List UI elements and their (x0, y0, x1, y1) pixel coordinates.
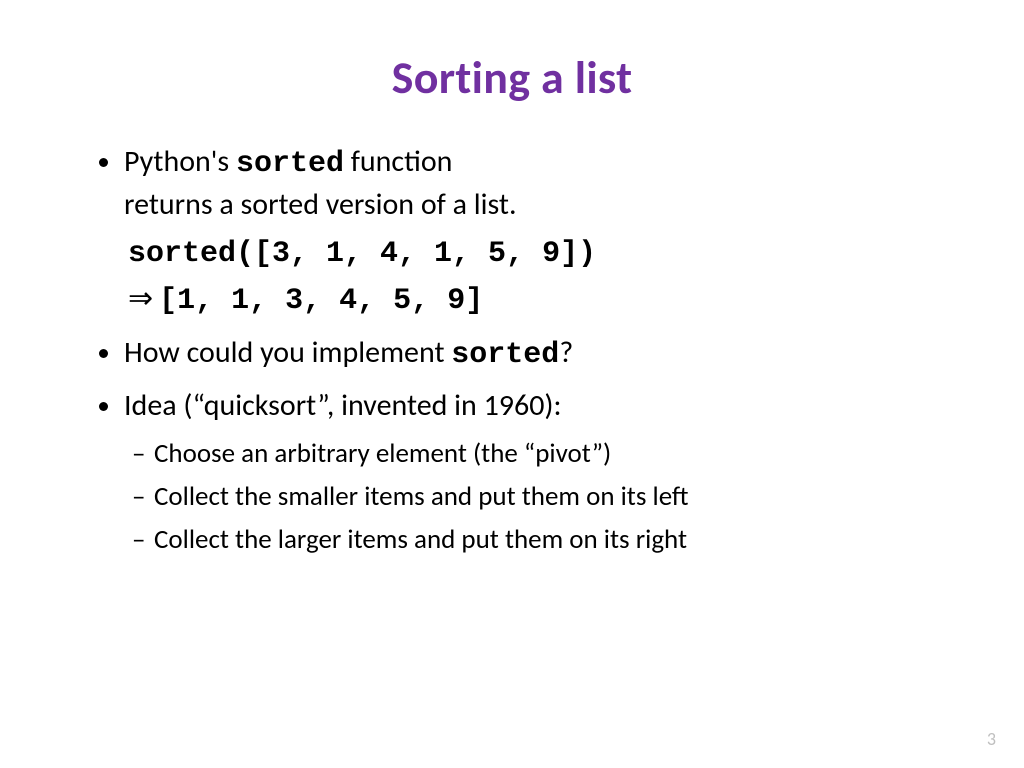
bullet-2-tail: ? (559, 334, 573, 371)
code-result-text: [1, 1, 3, 4, 5, 9] (159, 284, 483, 318)
page-number: 3 (987, 728, 996, 750)
bullet-2-lead: How could you implement (124, 334, 451, 371)
sub-bullet-3: Collect the larger items and put them on… (154, 520, 956, 559)
bullet-item-1: Python's sorted function returns a sorte… (124, 142, 956, 323)
sub-bullet-2: Collect the smaller items and put them o… (154, 477, 956, 516)
inline-code-sorted: sorted (236, 147, 344, 181)
arrow-icon: ⇒ (128, 277, 153, 321)
code-result-line: ⇒[1, 1, 3, 4, 5, 9] (128, 277, 956, 324)
bullet-list: Python's sorted function returns a sorte… (68, 142, 956, 559)
sub-bullet-1: Choose an arbitrary element (the “pivot”… (154, 434, 956, 473)
inline-code-sorted-2: sorted (451, 338, 559, 372)
slide-title: Sorting a list (68, 50, 956, 106)
sub-bullet-list: Choose an arbitrary element (the “pivot”… (124, 434, 956, 559)
code-example: sorted([3, 1, 4, 1, 5, 9]) ⇒[1, 1, 3, 4,… (128, 233, 956, 323)
bullet-1-tail: function (344, 143, 452, 180)
bullet-item-2: How could you implement sorted? (124, 333, 956, 376)
bullet-1-lead: Python's (124, 143, 236, 180)
bullet-1-continuation: returns a sorted version of a list. (124, 186, 517, 223)
bullet-item-3: Idea (“quicksort”, invented in 1960): Ch… (124, 386, 956, 560)
bullet-3-text: Idea (“quicksort”, invented in 1960): (124, 387, 562, 424)
code-call-line: sorted([3, 1, 4, 1, 5, 9]) (128, 233, 956, 277)
slide: Sorting a list Python's sorted function … (0, 0, 1024, 768)
